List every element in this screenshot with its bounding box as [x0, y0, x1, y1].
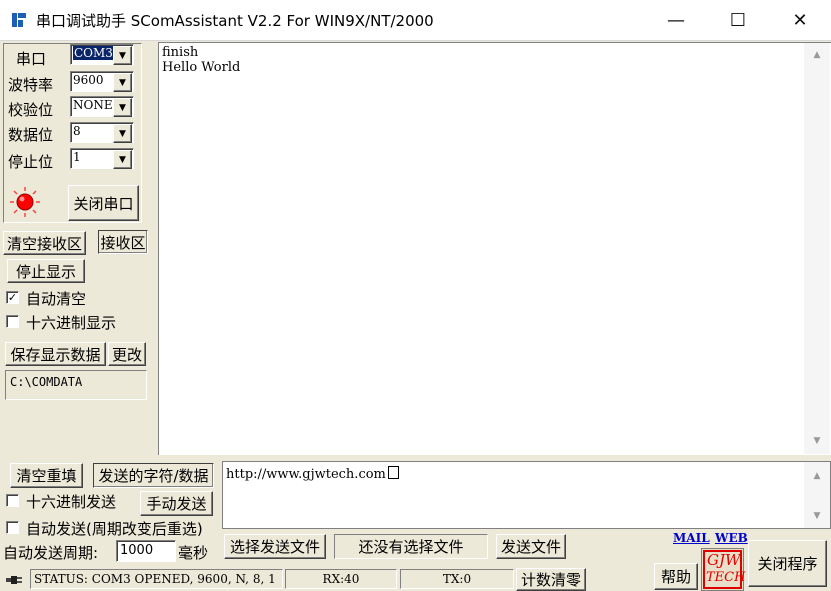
hex-display-checkbox[interactable]	[6, 315, 19, 328]
period-unit-label: 毫秒	[178, 544, 209, 562]
port-select[interactable]: COM3 ▼	[70, 44, 134, 65]
manual-send-button[interactable]: 手动发送	[140, 491, 213, 516]
window-title: 串口调试助手 SComAssistant V2.2 For WIN9X/NT/2…	[36, 12, 434, 30]
clear-receive-button[interactable]: 清空接收区	[3, 231, 86, 255]
port-status-led-icon	[10, 187, 40, 217]
period-input[interactable]: 1000	[116, 540, 176, 562]
scroll-down-icon[interactable]: ▼	[804, 433, 830, 449]
stop-display-button[interactable]: 停止显示	[7, 259, 85, 283]
file-status-field: 还没有选择文件	[334, 534, 488, 559]
toggle-port-button[interactable]: 关闭串口	[68, 185, 139, 221]
change-path-button[interactable]: 更改	[108, 342, 146, 366]
clear-resend-button[interactable]: 清空重填	[10, 463, 83, 488]
auto-send-checkbox[interactable]	[6, 521, 19, 534]
baud-select[interactable]: 9600 ▼	[70, 71, 134, 92]
databits-label: 数据位	[8, 126, 54, 144]
cursor-box-icon	[387, 466, 399, 479]
hex-display-label: 十六进制显示	[26, 314, 117, 332]
hex-send-checkbox[interactable]	[6, 494, 19, 507]
chevron-down-icon[interactable]: ▼	[113, 98, 132, 117]
scroll-up-icon[interactable]: ▲	[804, 468, 830, 484]
parity-select[interactable]: NONE ▼	[70, 96, 134, 117]
status-text: STATUS: COM3 OPENED, 9600, N, 8, 1	[30, 569, 283, 589]
plug-icon	[6, 576, 22, 584]
stopbits-select[interactable]: 1 ▼	[70, 148, 134, 169]
auto-clear-label: 自动清空	[26, 290, 87, 308]
send-textarea[interactable]: http://www.gjwtech.com ▲ ▼	[222, 461, 831, 529]
hex-send-label: 十六进制发送	[26, 493, 117, 511]
databits-select[interactable]: 8 ▼	[70, 122, 134, 143]
send-file-button[interactable]: 发送文件	[496, 534, 566, 559]
mail-link[interactable]: MAIL	[673, 531, 710, 545]
web-link[interactable]: WEB	[715, 531, 748, 545]
tx-counter: TX:0	[400, 569, 514, 589]
minimize-button[interactable]: —	[646, 0, 706, 41]
help-button[interactable]: 帮助	[654, 563, 698, 590]
reset-count-button[interactable]: 计数清零	[516, 568, 586, 591]
gjw-tech-logo: GJW TECH	[701, 548, 746, 591]
databits-value: 8	[73, 124, 81, 138]
period-label: 自动发送周期:	[3, 544, 99, 562]
baud-label: 波特率	[8, 76, 54, 94]
title-bar[interactable]: 串口调试助手 SComAssistant V2.2 For WIN9X/NT/2…	[0, 0, 831, 41]
receive-scrollbar[interactable]: ▲ ▼	[804, 43, 830, 454]
stopbits-label: 停止位	[8, 153, 54, 171]
receive-textarea[interactable]: finish Hello World ▲ ▼	[158, 42, 831, 455]
chevron-down-icon[interactable]: ▼	[113, 150, 132, 169]
stopbits-value: 1	[73, 150, 81, 164]
parity-label: 校验位	[8, 101, 54, 119]
receive-area-label: 接收区	[98, 230, 148, 254]
chevron-down-icon[interactable]: ▼	[113, 46, 132, 65]
scroll-down-icon[interactable]: ▼	[804, 508, 830, 524]
close-program-button[interactable]: 关闭程序	[748, 540, 827, 587]
receive-line: Hello World	[162, 60, 241, 75]
send-text: http://www.gjwtech.com	[226, 467, 386, 482]
close-window-button[interactable]: ✕	[770, 0, 830, 41]
select-file-button[interactable]: 选择发送文件	[224, 534, 326, 559]
receive-line: finish	[162, 45, 199, 60]
logo-line2: TECH	[706, 570, 746, 585]
send-area-label: 发送的字符/数据	[93, 463, 214, 488]
maximize-button[interactable]: ☐	[708, 0, 768, 41]
chevron-down-icon[interactable]: ▼	[113, 73, 132, 92]
port-label: 串口	[16, 50, 47, 68]
baud-value: 9600	[73, 73, 104, 87]
send-scrollbar[interactable]: ▲ ▼	[804, 462, 830, 528]
save-display-button[interactable]: 保存显示数据	[5, 342, 106, 366]
parity-value: NONE	[73, 98, 113, 112]
app-icon	[11, 12, 27, 28]
save-path-field[interactable]: C:\COMDATA	[5, 370, 147, 400]
scroll-up-icon[interactable]: ▲	[804, 47, 830, 63]
chevron-down-icon[interactable]: ▼	[113, 124, 132, 143]
rx-counter: RX:40	[285, 569, 397, 589]
port-value: COM3	[73, 46, 114, 60]
auto-send-label: 自动发送(周期改变后重选)	[26, 520, 203, 538]
logo-line1: GJW	[707, 551, 741, 569]
auto-clear-checkbox[interactable]: ✓	[6, 291, 19, 304]
